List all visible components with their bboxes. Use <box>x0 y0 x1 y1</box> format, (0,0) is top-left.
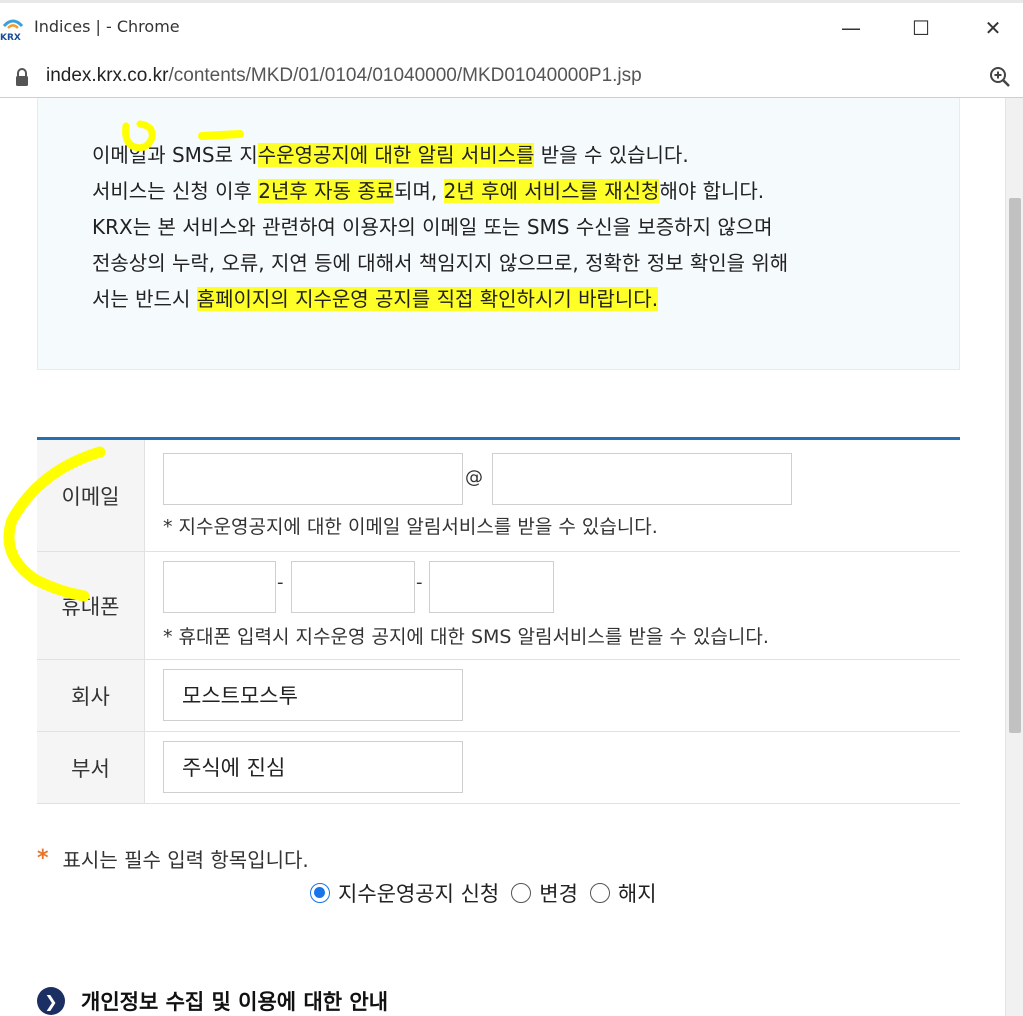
window-title: Indices | - Chrome <box>34 17 180 36</box>
notice-line-1: 이메일과 SMS로 지수운영공지에 대한 알림 서비스를 받을 수 있습니다. <box>92 137 689 173</box>
zoom-icon[interactable] <box>988 65 1012 89</box>
radio-apply-control[interactable] <box>310 883 330 903</box>
email-user-input[interactable] <box>163 453 463 505</box>
page-viewport: 이메일과 SMS로 지수운영공지에 대한 알림 서비스를 받을 수 있습니다. … <box>0 98 1023 1016</box>
notice-box: 이메일과 SMS로 지수운영공지에 대한 알림 서비스를 받을 수 있습니다. … <box>37 98 960 370</box>
phone-label: 휴대폰 <box>37 552 145 659</box>
department-label: 부서 <box>37 732 145 803</box>
email-row: 이메일 @ * 지수운영공지에 대한 이메일 알림서비스를 받을 수 있습니다. <box>37 440 960 552</box>
notice-line-3: KRX는 본 서비스와 관련하여 이용자의 이메일 또는 SMS 수신을 보증하… <box>92 209 773 245</box>
window-titlebar: KRX Indices | - Chrome — ☐ ✕ <box>0 0 1023 56</box>
svg-text:KRX: KRX <box>0 33 21 42</box>
krx-logo-icon: KRX <box>0 19 24 42</box>
minimize-icon: — <box>841 16 861 40</box>
department-input[interactable] <box>163 741 463 793</box>
scrollbar-thumb[interactable] <box>1009 198 1021 733</box>
required-note-text: 표시는 필수 입력 항목입니다. <box>62 848 309 872</box>
url-text[interactable]: index.krx.co.kr/contents/MKD/01/0104/010… <box>46 65 642 87</box>
phone-hint: * 휴대폰 입력시 지수운영 공지에 대한 SMS 알림서비스를 받을 수 있습… <box>163 626 769 648</box>
notice-text: 이메일과 SMS로 지 <box>92 143 258 167</box>
notice-text: 전송상의 누락, 오류, 지연 등에 대해서 책임지지 않으므로, 정확한 정보… <box>92 251 789 275</box>
chevron-right-icon: ❯ <box>37 987 65 1015</box>
notice-highlight: 수운영공지에 대한 알림 서비스를 <box>257 143 535 167</box>
radio-change-label: 변경 <box>539 882 578 906</box>
maximize-icon: ☐ <box>912 16 930 40</box>
notice-text: 되며, <box>394 179 444 203</box>
notice-line-2: 서비스는 신청 이후 2년후 자동 종료되며, 2년 후에 서비스를 재신청해야… <box>92 173 764 209</box>
notice-line-5: 서는 반드시 홈페이지의 지수운영 공지를 직접 확인하시기 바랍니다. <box>92 281 659 317</box>
notice-text: 서비스는 신청 이후 <box>92 179 259 203</box>
radio-apply[interactable]: 지수운영공지 신청 <box>310 878 499 908</box>
url-host: index.krx.co.kr <box>46 65 169 86</box>
lock-icon <box>16 68 28 86</box>
service-radio-group: 지수운영공지 신청 변경 해지 <box>310 878 669 908</box>
vertical-scrollbar[interactable] <box>1005 98 1023 1016</box>
required-note: * 표시는 필수 입력 항목입니다. <box>37 844 309 873</box>
email-domain-input[interactable] <box>492 453 792 505</box>
maximize-button[interactable]: ☐ <box>898 10 944 46</box>
radio-apply-label: 지수운영공지 신청 <box>338 882 500 906</box>
phone-row: 휴대폰 - - * 휴대폰 입력시 지수운영 공지에 대한 SMS 알림서비스를… <box>37 552 960 660</box>
phone-part1-input[interactable] <box>163 561 276 613</box>
notice-text: 해야 합니다. <box>659 179 765 203</box>
url-path: /contents/MKD/01/0104/01040000/MKD010400… <box>168 65 642 86</box>
notice-text: 받을 수 있습니다. <box>534 143 689 167</box>
radio-cancel[interactable]: 해지 <box>589 878 657 908</box>
email-hint: * 지수운영공지에 대한 이메일 알림서비스를 받을 수 있습니다. <box>163 516 658 538</box>
notice-highlight: 홈페이지의 지수운영 공지를 직접 확인하시기 바랍니다. <box>196 287 659 311</box>
radio-cancel-control[interactable] <box>589 883 610 903</box>
email-at-sign: @ <box>465 467 483 488</box>
required-star-icon: * <box>37 846 49 871</box>
radio-change[interactable]: 변경 <box>511 878 578 908</box>
address-bar[interactable]: index.krx.co.kr/contents/MKD/01/0104/010… <box>0 56 1023 98</box>
privacy-section-heading[interactable]: ❯ 개인정보 수집 및 이용에 대한 안내 <box>37 986 388 1016</box>
notice-highlight: 2년 후에 서비스를 재신청 <box>443 179 660 203</box>
close-icon: ✕ <box>984 16 1002 40</box>
email-label: 이메일 <box>37 440 145 551</box>
company-label: 회사 <box>37 660 145 731</box>
company-row: 회사 <box>37 660 960 732</box>
notice-text: KRX는 본 서비스와 관련하여 이용자의 이메일 또는 SMS 수신을 보증하… <box>92 215 773 239</box>
phone-part2-input[interactable] <box>291 561 415 613</box>
department-row: 부서 <box>37 732 960 804</box>
company-input[interactable] <box>163 669 463 721</box>
notice-highlight: 2년후 자동 종료 <box>258 179 395 203</box>
notice-text: 서는 반드시 <box>92 287 197 311</box>
minimize-button[interactable]: — <box>828 10 874 46</box>
phone-part3-input[interactable] <box>429 561 554 613</box>
taskbar-strip <box>0 0 1023 3</box>
phone-dash: - <box>277 572 284 593</box>
radio-cancel-label: 해지 <box>617 882 657 906</box>
close-button[interactable]: ✕ <box>970 10 1016 46</box>
notice-line-4: 전송상의 누락, 오류, 지연 등에 대해서 책임지지 않으므로, 정확한 정보… <box>92 245 788 281</box>
privacy-title: 개인정보 수집 및 이용에 대한 안내 <box>81 990 389 1014</box>
radio-change-control[interactable] <box>511 883 532 903</box>
phone-dash: - <box>416 572 423 593</box>
